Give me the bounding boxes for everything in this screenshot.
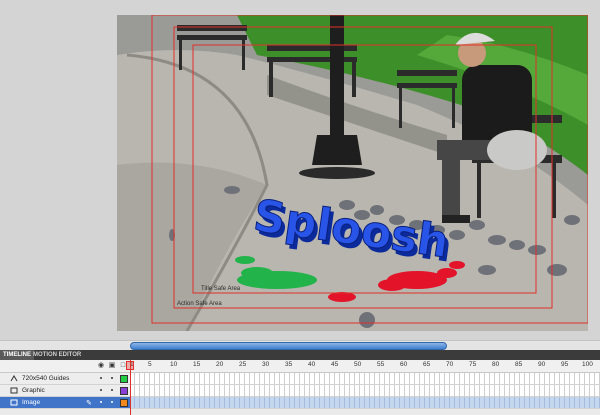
ruler-tick: 25 [239,361,247,368]
ruler-tick: 15 [193,361,201,368]
playhead[interactable] [130,360,131,415]
panel-tab-bar: TIMELINE MOTION EDITOR [0,350,600,360]
layer-color-swatch[interactable] [120,387,128,395]
timeline-header: ◉ ▣ □ 1 5 10 15 20 25 30 35 40 45 50 55 … [0,360,600,373]
ruler-tick: 85 [515,361,523,368]
layer-icon [10,399,18,406]
layer-header[interactable]: Graphic [0,385,130,396]
visibility-dot[interactable] [100,377,102,379]
layer-frames[interactable] [130,397,600,408]
stage-area: Sploosh Sploosh Title Safe Area Action S… [0,0,600,340]
eye-icon[interactable]: ◉ [97,362,105,370]
layer-row-guides[interactable]: 720x540 Guides [0,373,600,385]
visibility-dot[interactable] [100,401,102,403]
stage-image: Sploosh Sploosh Title Safe Area Action S… [117,15,588,331]
layer-frames[interactable] [130,385,600,396]
visibility-dot[interactable] [100,389,102,391]
ruler-tick: 5 [148,361,152,368]
ruler-tick: 95 [561,361,569,368]
layer-name: 720x540 Guides [22,375,70,382]
pencil-icon: ✎ [86,400,92,407]
lock-icon[interactable]: ▣ [108,362,116,370]
layer-name: Graphic [22,387,45,394]
layer-color-swatch[interactable] [120,399,128,407]
layer-header[interactable]: Image ✎ [0,397,130,408]
scrollbar-thumb[interactable] [130,342,447,350]
ruler-tick: 90 [538,361,546,368]
ruler-tick: 55 [377,361,385,368]
tab-motion-editor[interactable]: MOTION EDITOR [30,350,84,360]
frame-ruler[interactable]: 1 5 10 15 20 25 30 35 40 45 50 55 60 65 … [130,360,600,372]
ruler-tick: 50 [354,361,362,368]
ruler-tick: 75 [469,361,477,368]
layer-row-image[interactable]: Image ✎ [0,397,600,409]
ruler-tick: 40 [308,361,316,368]
ruler-tick: 80 [492,361,500,368]
ruler-tick: 100 [582,361,593,368]
ruler-tick: 10 [170,361,178,368]
layer-color-swatch[interactable] [120,375,128,383]
ruler-tick: 70 [446,361,454,368]
timeline-panel: ◉ ▣ □ 1 5 10 15 20 25 30 35 40 45 50 55 … [0,360,600,415]
ruler-tick: 20 [216,361,224,368]
guide-layer-icon [10,375,18,382]
ruler-tick: 60 [400,361,408,368]
lock-dot[interactable] [111,377,113,379]
lock-dot[interactable] [111,389,113,391]
ruler-tick: 30 [262,361,270,368]
tab-timeline[interactable]: TIMELINE [0,350,34,360]
ruler-tick: 65 [423,361,431,368]
ruler-tick: 35 [285,361,293,368]
title-safe-label: Title Safe Area [201,286,241,292]
stage-canvas[interactable]: Sploosh Sploosh Title Safe Area Action S… [117,15,588,331]
ruler-tick: 45 [331,361,339,368]
layer-frames[interactable] [130,373,600,384]
action-safe-label: Action Safe Area [177,301,222,307]
layer-row-graphic[interactable]: Graphic [0,385,600,397]
layer-name: Image [22,399,41,406]
layer-header[interactable]: 720x540 Guides [0,373,130,384]
lock-dot[interactable] [111,401,113,403]
layer-icon [10,387,18,394]
